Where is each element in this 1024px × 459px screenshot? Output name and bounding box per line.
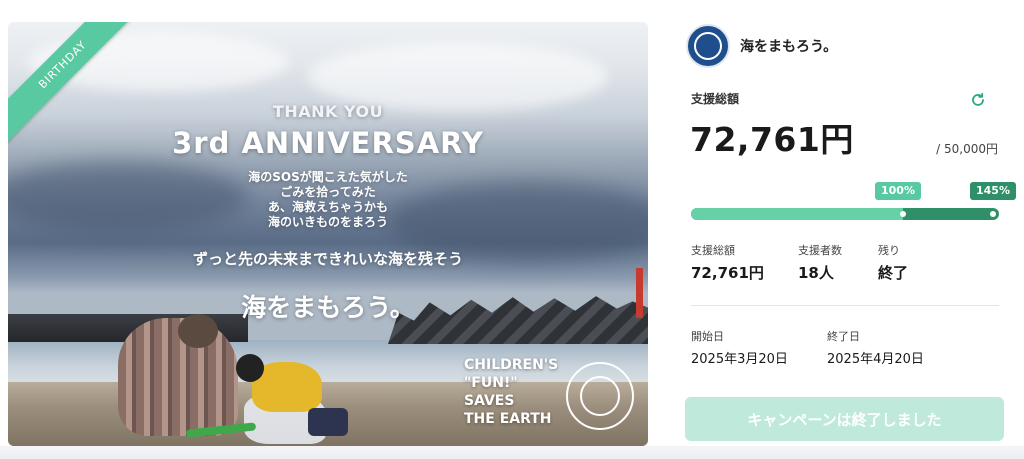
end-date-value: 2025年4月20日: [827, 352, 924, 367]
stat-value-remaining: 終了: [878, 264, 909, 282]
poem-line: あ、海救えちゃうかも: [267, 200, 388, 214]
person-child-head: [236, 354, 264, 382]
stat-label-total: 支援総額: [691, 244, 735, 257]
ctf-line: SAVES: [464, 393, 515, 409]
progress-bar-fill: [691, 208, 903, 220]
page-bottom-edge: [0, 446, 1024, 459]
stat-label-supporters: 支援者数: [798, 244, 842, 257]
progress-tag-145: 145%: [970, 182, 1016, 200]
campaign-ended-button[interactable]: キャンペーンは終了しました: [685, 397, 1004, 441]
poem-line: 海のSOSが聞こえた気がした: [248, 170, 408, 184]
total-amount: 72,761円: [690, 120, 854, 159]
poem-line: 海のいきものをまろう: [267, 215, 388, 229]
campaign-hero-image: BIRTHDAY THANK YOU 3rd ANNIVERSARY 海のSOS…: [8, 22, 648, 446]
progress-tag-100: 100%: [875, 182, 921, 200]
childrens-fun-text: CHILDREN'S "FUN!" SAVES THE EARTH: [464, 356, 558, 428]
poem: 海のSOSが聞こえた気がした ごみを拾ってみた あ、海救えちゃうかも 海のいきも…: [8, 170, 648, 230]
hero-brand-title: 海をまもろう。: [241, 293, 415, 322]
progress-bar: [691, 208, 999, 220]
progress-marker-100: [900, 211, 906, 217]
ctf-line: THE EARTH: [464, 411, 552, 427]
end-date-label: 終了日: [827, 330, 860, 343]
childrens-fun-logo-icon: [566, 362, 634, 430]
progress-marker-end: [990, 211, 996, 217]
stat-label-remaining: 残り: [878, 244, 900, 257]
person-child-legs: [308, 408, 348, 436]
start-date-value: 2025年3月20日: [691, 352, 788, 367]
ctf-line: CHILDREN'S: [464, 357, 559, 373]
stat-value-total: 72,761円: [691, 264, 764, 282]
divider: [691, 305, 999, 306]
thank-you-text: THANK YOU: [272, 102, 384, 121]
start-date-label: 開始日: [691, 330, 724, 343]
anniversary-title: 3rd ANNIVERSARY: [172, 126, 484, 160]
globe-badge-icon: [686, 24, 730, 68]
ctf-line: "FUN!": [464, 375, 518, 391]
total-support-label: 支援総額: [691, 92, 740, 106]
refresh-icon[interactable]: [970, 92, 986, 108]
stat-value-supporters: 18人: [798, 264, 834, 282]
goal-amount: / 50,000円: [936, 142, 998, 156]
organization-name[interactable]: 海をまもろう。: [740, 36, 837, 56]
tagline: ずっと先の未来まできれいな海を残そう: [192, 250, 463, 268]
organization-header[interactable]: 海をまもろう。: [686, 24, 837, 68]
poem-line: ごみを拾ってみた: [280, 185, 376, 199]
